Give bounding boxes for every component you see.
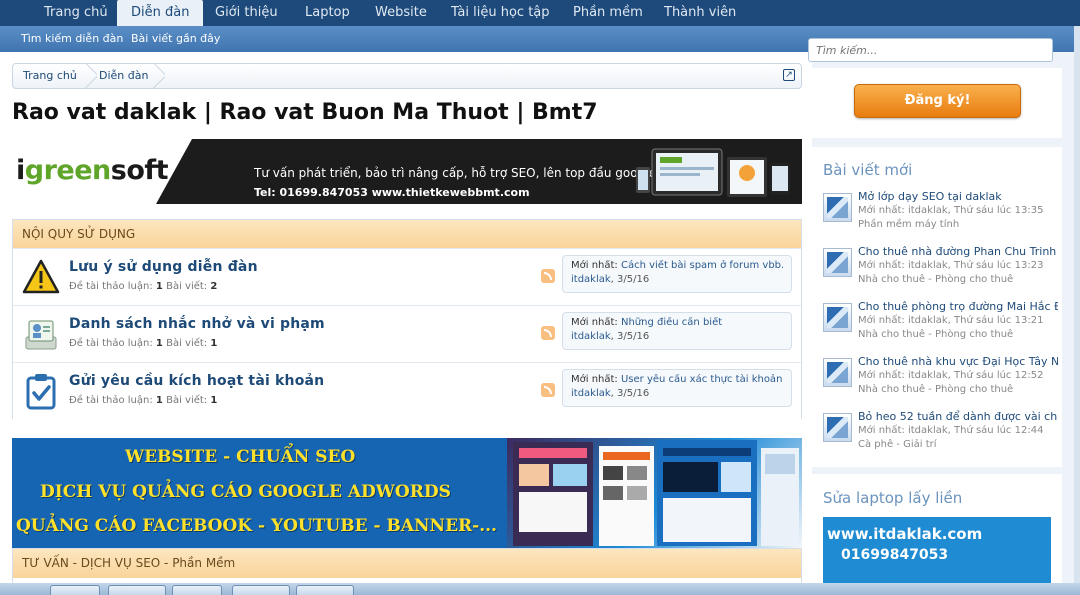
- tab-website[interactable]: Website: [361, 0, 441, 26]
- thread-thumbnail[interactable]: [823, 248, 852, 277]
- thread-title[interactable]: Cho thuê phòng trọ đường Mai Hắc Đế...: [858, 300, 1058, 313]
- laptop-repair-panel: Sửa laptop lấy liền www.itdaklak.com 016…: [812, 474, 1062, 595]
- latest-post-date: 3/5/16: [617, 331, 650, 342]
- forum-title[interactable]: Danh sách nhắc nhở và vi phạm: [69, 316, 325, 332]
- warning-icon: [22, 259, 60, 294]
- forum-row: Gửi yêu cầu kích hoạt tài khoản Đề tài t…: [13, 362, 801, 419]
- thread-meta: Mới nhất: itdaklak, Thứ sáu lúc 13:23: [858, 260, 1044, 271]
- banner-line: WEBSITE - CHUẨN SEO: [125, 447, 356, 467]
- banner-line: DỊCH VỤ QUẢNG CÁO GOOGLE ADWORDS: [40, 482, 451, 502]
- banner-line: QUẢNG CÁO FACEBOOK - YOUTUBE - BANNER-..…: [16, 516, 497, 536]
- banner-website: www.itdaklak.com: [827, 525, 983, 543]
- thread-thumbnail[interactable]: [823, 358, 852, 387]
- thread-category[interactable]: Nhà cho thuê - Phòng cho thuê: [858, 384, 1013, 395]
- tab-about[interactable]: Giới thiệu: [201, 0, 292, 26]
- taskbar-button[interactable]: [108, 585, 166, 595]
- taskbar-button[interactable]: [296, 585, 354, 595]
- taskbar-button[interactable]: [50, 585, 100, 595]
- breadcrumb: Trang chủ Diễn đàn ↗: [12, 63, 802, 89]
- breadcrumb-separator: [151, 63, 165, 89]
- tab-laptop[interactable]: Laptop: [291, 0, 364, 26]
- thread-meta: Mới nhất: itdaklak, Thứ sáu lúc 12:52: [858, 370, 1044, 381]
- main-content: Trang chủ Diễn đàn ↗ Rao vat daklak | Ra…: [0, 52, 812, 595]
- thread-thumbnail[interactable]: [823, 413, 852, 442]
- new-posts-title: Bài viết mới: [823, 161, 913, 179]
- popout-icon[interactable]: ↗: [783, 69, 795, 81]
- recent-posts-link[interactable]: Bài viết gần đây: [131, 26, 220, 52]
- tab-study-materials[interactable]: Tài liệu học tập: [437, 0, 564, 26]
- igreensoft-logo: igreensoft: [16, 155, 169, 186]
- search-forums-link[interactable]: Tìm kiếm diễn đàn: [21, 26, 123, 52]
- thread-category[interactable]: Cà phê - Giải trí: [858, 439, 937, 450]
- forum-row: Danh sách nhắc nhở và vi phạm Đề tài thả…: [13, 305, 801, 362]
- thread-meta: Mới nhất: itdaklak, Thứ sáu lúc 12:44: [858, 425, 1044, 436]
- forum-stats: Đề tài thảo luận: 1 Bài viết: 1: [69, 395, 218, 406]
- category-header[interactable]: TƯ VẤN - DỊCH VỤ SEO - Phần Mềm: [13, 549, 801, 578]
- taskbar-button[interactable]: [232, 585, 290, 595]
- rss-icon[interactable]: [541, 326, 555, 340]
- thread-title[interactable]: Mở lớp dạy SEO tại daklak: [858, 190, 1058, 203]
- page-title: Rao vat daklak | Rao vat Buon Ma Thuot |…: [12, 100, 598, 125]
- seo-services-banner[interactable]: WEBSITE - CHUẨN SEO DỊCH VỤ QUẢNG CÁO GO…: [12, 438, 802, 548]
- latest-post-user[interactable]: itdaklak: [571, 331, 611, 342]
- thread-title[interactable]: Cho thuê nhà đường Phan Chu Trinh: [858, 245, 1058, 258]
- forum-stats: Đề tài thảo luận: 1 Bài viết: 2: [69, 281, 218, 292]
- list-item: Mở lớp dạy SEO tại daklak Mới nhất: itda…: [823, 190, 1060, 242]
- list-item: Cho thuê phòng trọ đường Mai Hắc Đế... M…: [823, 300, 1060, 352]
- contact-card-icon: [25, 320, 57, 350]
- forum-category-rules: NỘI QUY SỬ DỤNG Lưu ý sử dụng diễn đàn Đ…: [12, 219, 802, 419]
- tab-forums[interactable]: Diễn đàn: [117, 0, 204, 27]
- thread-thumbnail[interactable]: [823, 303, 852, 332]
- register-button[interactable]: Đăng ký!: [854, 84, 1021, 118]
- devices-illustration: [636, 148, 790, 197]
- taskbar-button[interactable]: [172, 585, 222, 595]
- breadcrumb-home[interactable]: Trang chủ: [13, 64, 77, 88]
- forum-title[interactable]: Lưu ý sử dụng diễn đàn: [69, 259, 258, 275]
- banner-tagline: Tư vấn phát triển, bảo trì nâng cấp, hỗ …: [254, 166, 656, 180]
- new-posts-panel: Bài viết mới Mở lớp dạy SEO tại daklak M…: [812, 147, 1062, 467]
- igreensoft-banner[interactable]: igreensoft Tư vấn phát triển, bảo trì nâ…: [12, 139, 802, 204]
- latest-post-link[interactable]: Cách viết bài spam ở forum vbb...: [621, 260, 783, 271]
- tab-members[interactable]: Thành viên: [650, 0, 750, 26]
- thread-meta: Mới nhất: itdaklak, Thứ sáu lúc 13:21: [858, 315, 1044, 326]
- breadcrumb-forums[interactable]: Diễn đàn: [89, 64, 148, 88]
- latest-post-date: 3/5/16: [617, 388, 650, 399]
- latest-post-user[interactable]: itdaklak: [571, 388, 611, 399]
- laptop-repair-title: Sửa laptop lấy liền: [823, 489, 963, 507]
- top-navigation: Trang chủ Diễn đàn Giới thiệu Laptop Web…: [0, 0, 1080, 27]
- list-item: Bỏ heo 52 tuần để dành được vài chục ...…: [823, 410, 1060, 462]
- latest-post-link[interactable]: User yêu cầu xác thực tài khoản: [621, 374, 782, 385]
- forum-stats: Đề tài thảo luận: 1 Bài viết: 1: [69, 338, 218, 349]
- page-scrollbar[interactable]: [1074, 26, 1080, 583]
- os-taskbar: [0, 583, 1080, 595]
- thread-category[interactable]: Nhà cho thuê - Phòng cho thuê: [858, 329, 1013, 340]
- banner-phone: 01699847053: [841, 547, 949, 563]
- rss-icon[interactable]: [541, 383, 555, 397]
- rss-icon[interactable]: [541, 269, 555, 283]
- search-input[interactable]: [808, 38, 1053, 62]
- thread-meta: Mới nhất: itdaklak, Thứ sáu lúc 13:35: [858, 205, 1044, 216]
- thread-category[interactable]: Nhà cho thuê - Phòng cho thuê: [858, 274, 1013, 285]
- thread-title[interactable]: Bỏ heo 52 tuần để dành được vài chục ...: [858, 410, 1058, 423]
- latest-post-date: 3/5/16: [617, 274, 650, 285]
- latest-post-box: Mới nhất: Cách viết bài spam ở forum vbb…: [562, 255, 792, 293]
- list-item: Cho thuê nhà đường Phan Chu Trinh Mới nh…: [823, 245, 1060, 297]
- latest-post-box: Mới nhất: User yêu cầu xác thực tài khoả…: [562, 369, 792, 407]
- tab-software[interactable]: Phần mềm: [559, 0, 657, 26]
- thread-title[interactable]: Cho thuê nhà khu vực Đại Học Tây Ngu...: [858, 355, 1058, 368]
- category-header[interactable]: NỘI QUY SỬ DỤNG: [13, 220, 801, 248]
- thread-category[interactable]: Phần mềm máy tính: [858, 219, 959, 230]
- latest-post-box: Mới nhất: Những điều cần biết itdaklak, …: [562, 312, 792, 350]
- website-screenshots-collage: [507, 438, 802, 548]
- thread-thumbnail[interactable]: [823, 193, 852, 222]
- latest-post-user[interactable]: itdaklak: [571, 274, 611, 285]
- clipboard-check-icon: [26, 374, 56, 410]
- tab-home[interactable]: Trang chủ: [30, 0, 122, 26]
- latest-post-link[interactable]: Những điều cần biết: [621, 317, 722, 328]
- banner-contact: Tel: 01699.847053 www.thietkewebbmt.com: [254, 186, 530, 199]
- list-item: Cho thuê nhà khu vực Đại Học Tây Ngu... …: [823, 355, 1060, 407]
- forum-title[interactable]: Gửi yêu cầu kích hoạt tài khoản: [69, 373, 324, 389]
- forum-row: Lưu ý sử dụng diễn đàn Đề tài thảo luận:…: [13, 248, 801, 305]
